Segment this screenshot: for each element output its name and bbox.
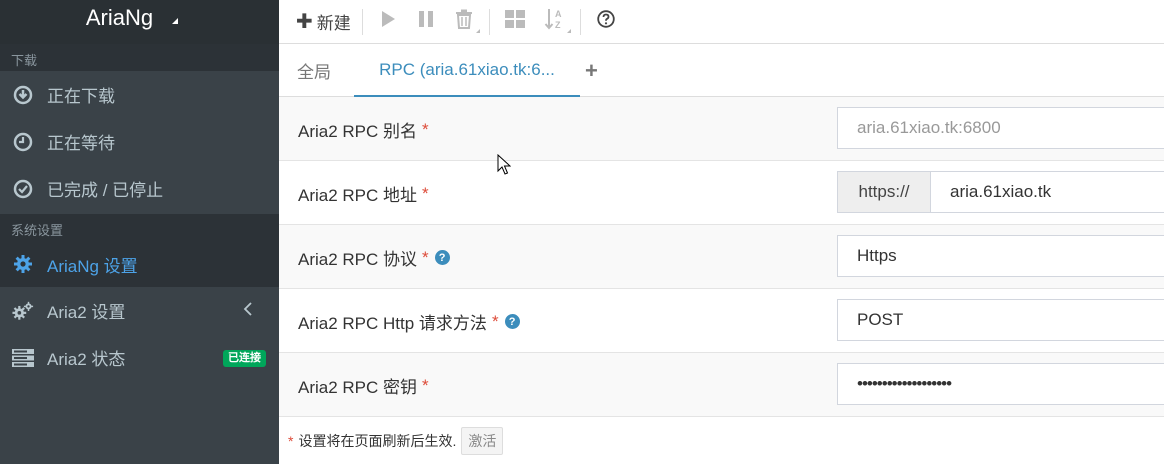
clock-icon (12, 131, 34, 153)
sidebar-item-waiting[interactable]: 正在等待 (0, 118, 279, 165)
section-header-settings: 系统设置 (0, 214, 279, 241)
section-header-download: 下载 (0, 44, 279, 71)
help-icon[interactable]: ? (504, 314, 520, 329)
sort-button[interactable]: AZ (541, 7, 571, 37)
setting-label: Aria2 RPC 地址 * (298, 181, 429, 206)
setting-label: Aria2 RPC 别名 * (298, 117, 429, 142)
add-rpc-tab-button[interactable]: + (585, 44, 598, 97)
pause-icon (417, 10, 435, 33)
setting-label-text: Aria2 RPC 别名 (298, 122, 418, 141)
download-circle-icon (12, 84, 34, 106)
sidebar-item-ariang-settings[interactable]: AriaNg 设置 (0, 241, 279, 287)
delete-button[interactable] (450, 7, 480, 37)
server-icon (12, 347, 34, 369)
setting-label: Aria2 RPC 密钥 * (298, 373, 429, 398)
setting-label: Aria2 RPC 协议 *? (298, 245, 450, 270)
setting-label-text: Aria2 RPC 地址 (298, 186, 418, 205)
sidebar-item-aria2-settings[interactable]: Aria2 设置 (0, 287, 279, 334)
rpc-protocol-select[interactable]: Https (837, 235, 1164, 277)
protocol-addon: https:// (837, 171, 931, 213)
rpc-alias-input[interactable]: aria.61xiao.tk:6800 (837, 107, 1164, 149)
toolbar-divider (488, 8, 490, 35)
setting-row-http-method: Aria2 RPC Http 请求方法 *? POST (279, 289, 1164, 353)
toolbar-divider (361, 8, 363, 35)
rpc-secret-input[interactable]: ••••••••••••••••••• (837, 363, 1164, 405)
setting-row-secret: Aria2 RPC 密钥 * ••••••••••••••••••• (279, 353, 1164, 417)
help-icon (597, 10, 615, 33)
sidebar-item-downloading[interactable]: 正在下载 (0, 71, 279, 118)
svg-text:A: A (555, 9, 562, 19)
delete-icon (455, 9, 473, 34)
setting-label: Aria2 RPC Http 请求方法 *? (298, 309, 520, 334)
sidebar-item-label: 正在等待 (47, 134, 115, 153)
required-mark: * (288, 433, 294, 449)
start-button[interactable] (374, 7, 402, 37)
svg-text:Z: Z (555, 20, 561, 30)
setting-row-address: Aria2 RPC 地址 * https:// aria.61xiao.tk (279, 161, 1164, 225)
required-mark: * (422, 183, 429, 203)
activate-button[interactable]: 激活 (461, 427, 504, 455)
sidebar: AriaNg 下载 正在下载 正在等待 已完成 / 已停止 系统设置 AriaN… (0, 0, 279, 464)
footer-note: 设置将在页面刷新后生效. (298, 433, 457, 449)
status-badge: 已连接 (223, 350, 266, 367)
pause-button[interactable] (412, 7, 440, 37)
check-circle-icon (12, 178, 34, 200)
gears-icon (12, 300, 34, 322)
sidebar-item-label: Aria2 状态 (47, 350, 126, 369)
chevron-left-icon (243, 301, 253, 322)
sidebar-item-label: AriaNg 设置 (47, 256, 138, 276)
setting-label-text: Aria2 RPC 协议 (298, 250, 418, 269)
toolbar: ✚ 新建 AZ (279, 0, 1164, 44)
view-mode-button[interactable] (501, 7, 529, 37)
required-mark: * (491, 311, 499, 331)
setting-label-text: Aria2 RPC 密钥 (298, 378, 418, 397)
caret-icon (475, 28, 480, 33)
plus-icon: ✚ (296, 11, 313, 33)
rpc-address-input[interactable]: aria.61xiao.tk (930, 171, 1164, 213)
play-icon (380, 10, 396, 33)
gear-icon (12, 253, 34, 275)
app-logo[interactable]: AriaNg (0, 0, 279, 44)
rpc-http-method-select[interactable]: POST (837, 299, 1164, 341)
tab-global[interactable]: 全局 (297, 44, 331, 97)
help-button[interactable] (592, 7, 620, 37)
new-task-label: 新建 (316, 14, 351, 33)
required-mark: * (422, 247, 429, 267)
setting-row-protocol: Aria2 RPC 协议 *? Https (279, 225, 1164, 289)
tab-rpc[interactable]: RPC (aria.61xiao.tk:6... (354, 44, 580, 97)
sidebar-item-label: 正在下载 (47, 87, 115, 106)
sidebar-item-label: Aria2 设置 (47, 303, 126, 322)
rpc-settings-form: Aria2 RPC 别名 * aria.61xiao.tk:6800 Aria2 … (279, 97, 1164, 417)
help-icon[interactable]: ? (434, 250, 450, 265)
setting-row-alias: Aria2 RPC 别名 * aria.61xiao.tk:6800 (279, 97, 1164, 161)
sort-icon: AZ (544, 8, 566, 35)
app-logo-text: AriaNg (85, 5, 154, 30)
required-mark: * (422, 375, 429, 395)
caret-icon (566, 28, 571, 33)
setting-label-text: Aria2 RPC Http 请求方法 (298, 314, 487, 333)
sidebar-item-stopped[interactable]: 已完成 / 已停止 (0, 165, 279, 212)
toolbar-divider (579, 8, 581, 35)
sidebar-item-label: 已完成 / 已停止 (47, 181, 164, 200)
settings-tabs: 全局 RPC (aria.61xiao.tk:6... + (279, 44, 1164, 97)
required-mark: * (422, 119, 429, 139)
logo-caret-icon (172, 18, 178, 24)
sidebar-item-aria2-status[interactable]: Aria2 状态 已连接 (0, 334, 279, 381)
settings-footer: * 设置将在页面刷新后生效. 激活 (288, 427, 504, 455)
grid-icon (504, 10, 525, 33)
new-task-button[interactable]: ✚ 新建 (296, 7, 351, 37)
mouse-cursor-icon (497, 153, 512, 181)
